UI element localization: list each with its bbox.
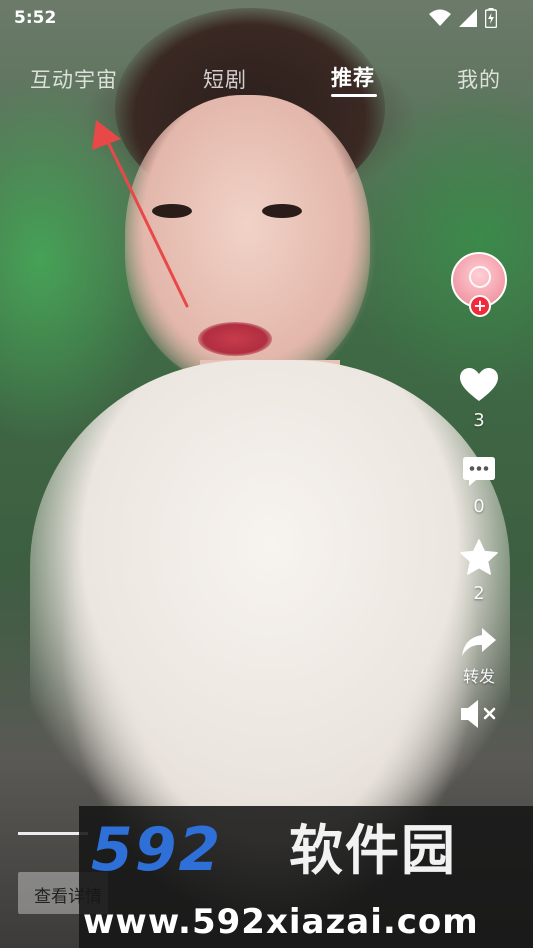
tab-short-drama[interactable]: 短剧: [203, 64, 247, 94]
video-subject-lips: [198, 322, 272, 356]
comment-icon[interactable]: [462, 456, 496, 488]
status-bar: 5:52: [0, 0, 533, 36]
watermark-url: www.592xiazai.com: [83, 902, 479, 942]
star-icon[interactable]: [460, 539, 498, 576]
mute-icon[interactable]: [459, 698, 499, 730]
watermark-logo-number: 592: [91, 815, 223, 885]
battery-icon: [485, 8, 497, 28]
tab-mine[interactable]: 我的: [457, 64, 501, 94]
share-label: 转发: [462, 667, 495, 686]
active-tab-indicator: [331, 94, 377, 97]
favorite-count: 2: [473, 583, 485, 604]
video-subject-eye-left: [152, 204, 192, 218]
comment-count: 0: [473, 496, 485, 517]
tab-recommended[interactable]: 推荐: [331, 62, 375, 92]
watermark-overlay: 592 软件园 www.592xiazai.com: [79, 806, 533, 948]
share-icon[interactable]: [461, 627, 497, 657]
playback-progress-bar[interactable]: [18, 832, 88, 835]
signal-icon: [459, 9, 477, 27]
video-subject-eye-right: [262, 204, 302, 218]
video-subject-top: [30, 360, 510, 820]
avatar-face-icon: [469, 266, 491, 288]
watermark-logo-text: 软件园: [289, 819, 457, 882]
top-tab-bar: 互动宇宙 短剧 推荐 我的: [0, 62, 533, 102]
status-time: 5:52: [14, 8, 57, 28]
like-count: 3: [473, 410, 485, 431]
tab-interactive-universe[interactable]: 互动宇宙: [30, 64, 118, 94]
wifi-icon: [429, 9, 451, 26]
heart-icon[interactable]: [459, 367, 499, 403]
status-icons: [429, 8, 497, 28]
follow-plus-icon[interactable]: +: [469, 295, 491, 317]
